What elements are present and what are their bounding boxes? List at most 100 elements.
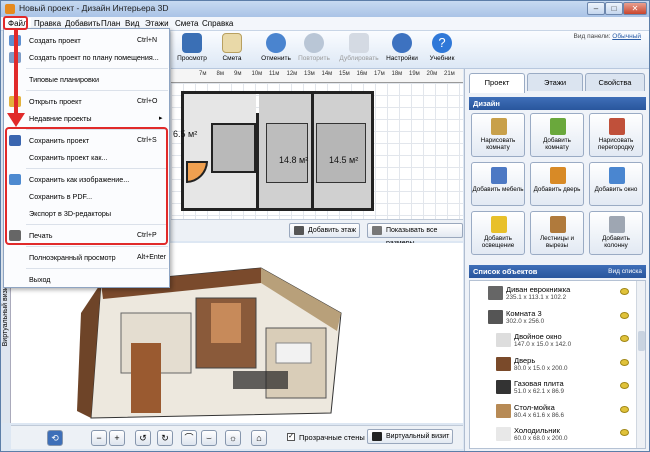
duplicate-icon <box>349 33 369 53</box>
menu-item-shortcut: Alt+Enter <box>137 254 166 261</box>
menu-separator <box>26 90 168 91</box>
tab-project[interactable]: Проект <box>469 73 525 93</box>
list-view-toggle[interactable]: Вид списка <box>608 265 642 278</box>
object-dimensions: 302.0 x 256.0 <box>506 317 545 325</box>
file-menu-item[interactable]: Выход <box>4 271 169 288</box>
layers-icon <box>294 226 304 235</box>
menu-item-label: Выход <box>29 275 51 284</box>
design-button[interactable]: Нарисовать перегородку <box>589 113 643 157</box>
add-floor-button[interactable]: Добавить этаж <box>289 223 361 238</box>
file-menu-item[interactable]: Типовые планировки <box>4 71 169 88</box>
preview-button[interactable]: Просмотр <box>173 33 211 67</box>
list-item[interactable]: Комната 3 302.0 x 256.0 <box>470 307 633 327</box>
settings-button[interactable]: Настройки <box>383 33 421 67</box>
add-room-icon <box>550 118 566 135</box>
ruler-tick: 19м <box>409 71 420 77</box>
visibility-eye-icon[interactable] <box>620 311 629 319</box>
minimize-button[interactable]: – <box>587 2 605 15</box>
tilt-up-button[interactable]: ⌒ <box>181 430 197 446</box>
ruler-tick: 8м <box>216 71 224 77</box>
object-thumbnail <box>496 333 511 347</box>
file-menu-item[interactable]: Создать проект Ctrl+N <box>4 32 169 49</box>
transparent-walls-checkbox[interactable]: ✓ <box>287 433 295 441</box>
rotate-right-button[interactable]: ↻ <box>157 430 173 446</box>
menu-item-label: Недавние проекты <box>29 114 92 123</box>
design-button[interactable]: Добавить дверь <box>530 162 584 206</box>
list-item[interactable]: Газовая плита 51.0 x 62.1 x 86.9 <box>478 377 641 397</box>
virtual-visit-button[interactable]: Виртуальный визит <box>367 429 454 444</box>
file-menu-item[interactable]: Полноэкранный просмотр Alt+Enter <box>4 249 169 266</box>
design-button[interactable]: Нарисовать комнату <box>471 113 525 157</box>
list-item[interactable]: Диван еврокнижка 235.1 x 113.1 x 102.2 <box>470 283 633 303</box>
tab-floors[interactable]: Этажи <box>527 73 583 91</box>
plan-ruler: 7м 8м 9м 10м 11м 12м 13м 14м 15м 16м 17м 18м 19м 20м 2… <box>171 69 463 83</box>
visibility-eye-icon[interactable] <box>620 335 629 342</box>
window-title: Новый проект - Дизайн Интерьера 3D <box>19 3 169 13</box>
scrollbar-thumb[interactable] <box>638 331 645 351</box>
menu-separator <box>26 268 168 269</box>
design-button[interactable]: Лестницы и вырезы <box>530 211 584 255</box>
object-name: Двойное окно <box>514 332 562 341</box>
design-button-label: Нарисовать комнату <box>480 137 516 151</box>
file-menu-item[interactable]: Недавние проекты ▸ <box>4 110 169 127</box>
design-button[interactable]: Добавить окно <box>589 162 643 206</box>
home-view-button[interactable]: ⌂ <box>251 430 267 446</box>
file-menu-item[interactable]: Создать проект по плану помещения... <box>4 49 169 66</box>
close-button[interactable]: ✕ <box>623 2 647 15</box>
visibility-eye-icon[interactable] <box>620 405 629 413</box>
save-export-highlight <box>5 127 168 245</box>
tutorial-button[interactable]: ? Учебник <box>423 33 461 67</box>
object-dimensions: 80.0 x 15.0 x 200.0 <box>514 364 568 372</box>
tilt-down-button[interactable]: ⌣ <box>201 430 217 446</box>
list-item[interactable]: Холодильник 60.0 x 68.0 x 200.0 <box>478 424 641 444</box>
object-dimensions: 235.1 x 113.1 x 102.2 <box>506 294 567 301</box>
menu-item-label: Открыть проект <box>29 97 82 106</box>
right-panel: Проект Этажи Свойства Дизайн Нарисовать … <box>464 69 649 451</box>
file-menu-item[interactable]: Открыть проект Ctrl+O <box>4 93 169 110</box>
maximize-button[interactable]: □ <box>605 2 623 15</box>
visibility-eye-icon[interactable] <box>620 358 629 366</box>
ruler-tick: 10м <box>251 71 263 77</box>
list-item[interactable]: Стол-мойка 80.4 x 61.6 x 86.6 <box>478 401 641 421</box>
menu-estimate[interactable]: Смета <box>172 18 201 30</box>
ruler-tick: 14м <box>321 71 333 77</box>
window-icon <box>609 167 625 184</box>
object-thumbnail <box>496 380 511 394</box>
rotate-left-button[interactable]: ↺ <box>135 430 151 446</box>
tab-properties[interactable]: Свойства <box>585 73 645 91</box>
visibility-eye-icon[interactable] <box>620 429 629 436</box>
redo-icon <box>304 33 324 53</box>
visibility-eye-icon[interactable] <box>620 288 629 295</box>
design-button[interactable]: Добавить колонну <box>589 211 643 255</box>
design-button-label: Добавить колонну <box>602 235 630 249</box>
menu-item-label: Создать проект <box>29 36 81 45</box>
visibility-eye-icon[interactable] <box>620 382 629 389</box>
monitor-icon <box>182 33 202 53</box>
menu-help[interactable]: Справка <box>199 18 236 30</box>
list-item[interactable]: Дверь 80.0 x 15.0 x 200.0 <box>478 354 641 374</box>
floor-plan-canvas[interactable]: 6.5 м² 14.8 м² 14.5 м² <box>171 83 463 219</box>
design-button[interactable]: Добавить мебель <box>471 162 525 206</box>
object-thumbnail <box>488 286 503 300</box>
duplicate-button[interactable]: Дублировать <box>337 33 381 67</box>
estimate-button[interactable]: Смета <box>213 33 251 67</box>
show-dimensions-button[interactable]: Показывать все размеры <box>367 223 463 247</box>
design-button[interactable]: Добавить освещение <box>471 211 525 255</box>
object-list-scrollbar[interactable] <box>636 281 645 448</box>
panel-view-selector[interactable]: Вид панели: Обычный <box>574 33 641 40</box>
menu-item-label: Типовые планировки <box>29 75 99 84</box>
lamp-icon <box>491 216 507 233</box>
redo-button[interactable]: Повторить <box>295 33 333 67</box>
list-item[interactable]: Двойное окно 147.0 x 15.0 x 142.0 <box>478 330 641 350</box>
ruler-tick: 15м <box>339 71 350 77</box>
zoom-in-button[interactable]: + <box>109 430 125 446</box>
menu-item-label: Полноэкранный просмотр <box>29 253 116 262</box>
rotate-360-button[interactable]: ⟲ <box>47 430 63 446</box>
undo-button[interactable]: Отменить <box>257 33 295 67</box>
design-button-label: Добавить дверь <box>533 186 581 193</box>
design-button[interactable]: Добавить комнату <box>530 113 584 157</box>
zoom-out-button[interactable]: − <box>91 430 107 446</box>
lighting-button[interactable]: ☼ <box>225 430 241 446</box>
room-area-label: 14.5 м² <box>329 155 359 165</box>
object-list[interactable]: Диван еврокнижка 235.1 x 113.1 x 102.2 Ком… <box>469 280 646 449</box>
